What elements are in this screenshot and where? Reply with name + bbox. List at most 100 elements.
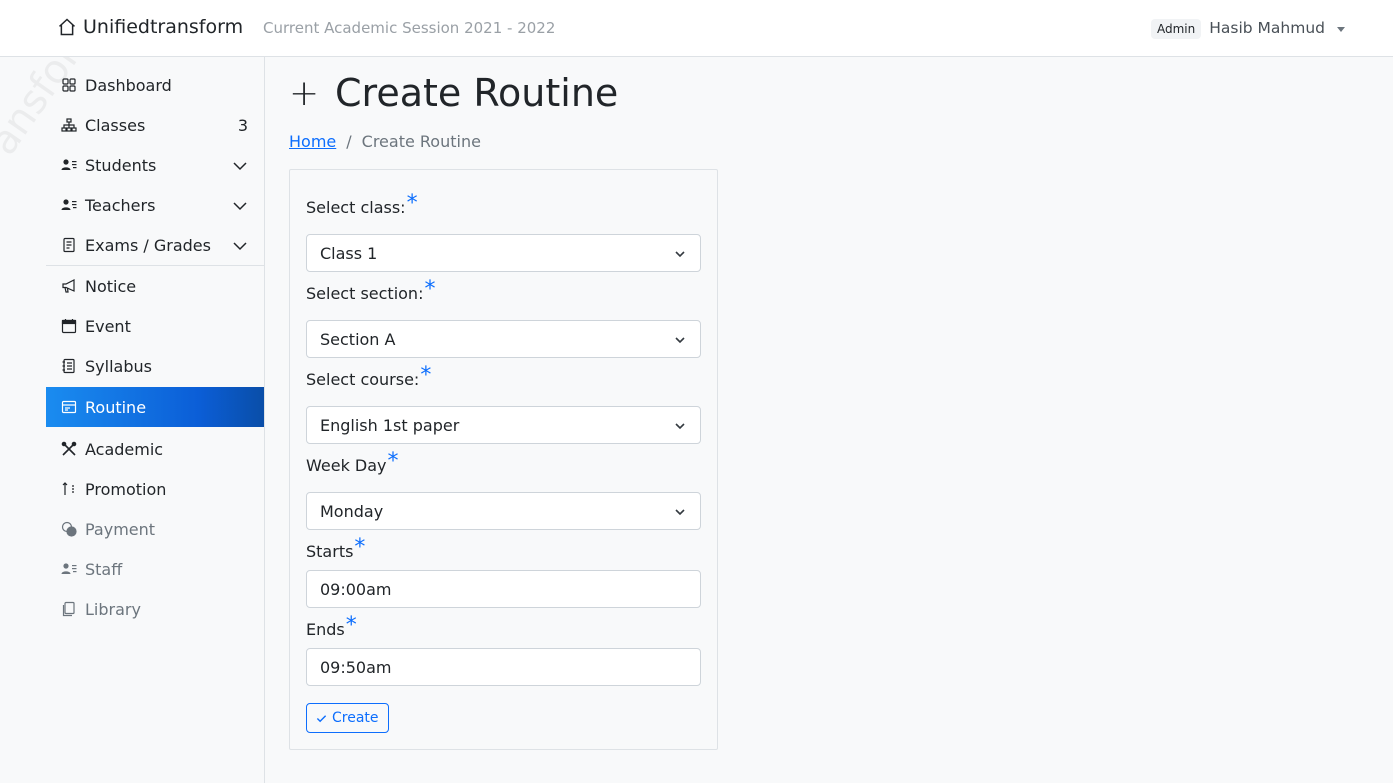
weekday-select[interactable]: Monday (306, 492, 701, 530)
starts-input[interactable]: 09:00am (306, 570, 701, 608)
chevron-down-icon (675, 337, 685, 344)
ends-input[interactable]: 09:50am (306, 648, 701, 686)
create-button-label: Create (332, 710, 379, 726)
breadcrumb-home-link[interactable]: Home (289, 132, 336, 151)
house-icon (58, 18, 76, 36)
calendar-table-icon (61, 399, 77, 415)
sidebar-item-syllabus[interactable]: Syllabus (46, 346, 264, 386)
chevron-down-icon (675, 509, 685, 516)
role-badge: Admin (1150, 19, 1202, 39)
course-label: Select course:* (306, 363, 432, 391)
section-select-value: Section A (320, 329, 396, 349)
journal-icon (61, 358, 77, 374)
plus-icon: + (289, 72, 320, 114)
books-icon (61, 601, 77, 617)
sidebar-item-label: Routine (85, 397, 147, 417)
user-name: Hasib Mahmud (1209, 19, 1325, 37)
chevron-down-icon (675, 251, 685, 258)
tools-icon (61, 441, 77, 457)
section-select[interactable]: Section A (306, 320, 701, 358)
course-select-value: English 1st paper (320, 415, 460, 435)
sidebar-item-label: Library (85, 599, 141, 619)
sidebar-item-label: Teachers (85, 195, 156, 215)
top-navbar: Unifiedtransform Current Academic Sessio… (0, 0, 1393, 57)
sidebar-item-label: Notice (85, 276, 137, 296)
chevron-down-icon (233, 162, 247, 171)
sidebar-item-label: Syllabus (85, 356, 152, 376)
sidebar-item-routine[interactable]: Routine (46, 387, 264, 427)
breadcrumb-current: Create Routine (361, 132, 481, 151)
required-mark: * (345, 613, 357, 638)
sidebar-item-notice[interactable]: Notice (46, 266, 264, 306)
class-select[interactable]: Class 1 (306, 234, 701, 272)
weekday-label: Week Day* (306, 449, 399, 477)
sidebar-item-library[interactable]: Library (46, 589, 264, 629)
person-lines-icon (61, 197, 77, 213)
sidebar-item-academic[interactable]: Academic (46, 429, 264, 469)
sidebar-item-event[interactable]: Event (46, 306, 264, 346)
brand-link[interactable]: Unifiedtransform (57, 16, 243, 38)
weekday-label-text: Week Day (306, 456, 387, 475)
course-label-text: Select course: (306, 370, 420, 389)
diagram-icon (61, 117, 77, 133)
required-mark: * (420, 363, 432, 388)
classes-count: 3 (237, 116, 248, 135)
starts-label-text: Starts (306, 542, 354, 561)
ends-label-text: Ends (306, 620, 345, 639)
required-mark: * (424, 277, 436, 302)
sidebar-item-label: Event (85, 316, 131, 336)
person-lines-icon (61, 561, 77, 577)
create-routine-form: Select class:* Class 1 Select section:* … (289, 169, 718, 750)
brand-name: Unifiedtransform (83, 16, 244, 38)
create-button[interactable]: Create (306, 703, 389, 733)
coins-icon (61, 521, 77, 537)
person-lines-icon (61, 157, 77, 173)
sidebar-item-dashboard[interactable]: Dashboard (46, 65, 264, 105)
sidebar-item-label: Dashboard (85, 75, 172, 95)
main-content: + Create Routine Home / Create Routine S… (265, 57, 1393, 783)
required-mark: * (354, 535, 366, 560)
chevron-down-icon (233, 242, 247, 251)
course-select[interactable]: English 1st paper (306, 406, 701, 444)
sidebar-item-label: Classes (85, 115, 146, 135)
calendar-icon (61, 318, 77, 334)
page-title-text: Create Routine (335, 71, 619, 115)
sidebar-item-staff[interactable]: Staff (46, 549, 264, 589)
breadcrumb: Home / Create Routine (289, 132, 481, 151)
sidebar-item-label: Promotion (85, 479, 167, 499)
user-menu-toggle[interactable]: Admin Hasib Mahmud (1150, 17, 1345, 39)
section-label: Select section:* (306, 277, 436, 305)
chevron-down-icon (675, 423, 685, 430)
sidebar-item-students[interactable]: Students (46, 145, 264, 185)
starts-input-value: 09:00am (320, 579, 392, 599)
sidebar-item-label: Payment (85, 519, 156, 539)
section-label-text: Select section: (306, 284, 424, 303)
ends-label: Ends* (306, 613, 357, 641)
page-title: + Create Routine (289, 71, 618, 115)
dashboard-icon (61, 77, 77, 93)
sidebar-item-label: Exams / Grades (85, 235, 211, 255)
required-mark: * (406, 191, 418, 216)
sidebar-item-label: Academic (85, 439, 164, 459)
academic-session: Current Academic Session 2021 - 2022 (263, 19, 556, 37)
caret-down-icon (1337, 26, 1345, 32)
sort-arrows-icon (61, 481, 77, 497)
sidebar-item-classes[interactable]: Classes 3 (46, 105, 264, 145)
required-mark: * (387, 449, 399, 474)
sidebar-item-exams-grades[interactable]: Exams / Grades (46, 225, 264, 265)
class-label: Select class:* (306, 191, 418, 219)
file-text-icon (61, 237, 77, 253)
check-icon (316, 714, 327, 722)
class-select-value: Class 1 (320, 243, 378, 263)
weekday-select-value: Monday (320, 501, 384, 521)
sidebar-item-label: Students (85, 155, 157, 175)
chevron-down-icon (233, 202, 247, 211)
class-label-text: Select class: (306, 198, 406, 217)
breadcrumb-separator: / (346, 132, 352, 151)
starts-label: Starts* (306, 535, 366, 563)
sidebar-item-teachers[interactable]: Teachers (46, 185, 264, 225)
ends-input-value: 09:50am (320, 657, 392, 677)
megaphone-icon (61, 278, 77, 294)
sidebar-item-promotion[interactable]: Promotion (46, 469, 264, 509)
sidebar-item-payment[interactable]: Payment (46, 509, 264, 549)
